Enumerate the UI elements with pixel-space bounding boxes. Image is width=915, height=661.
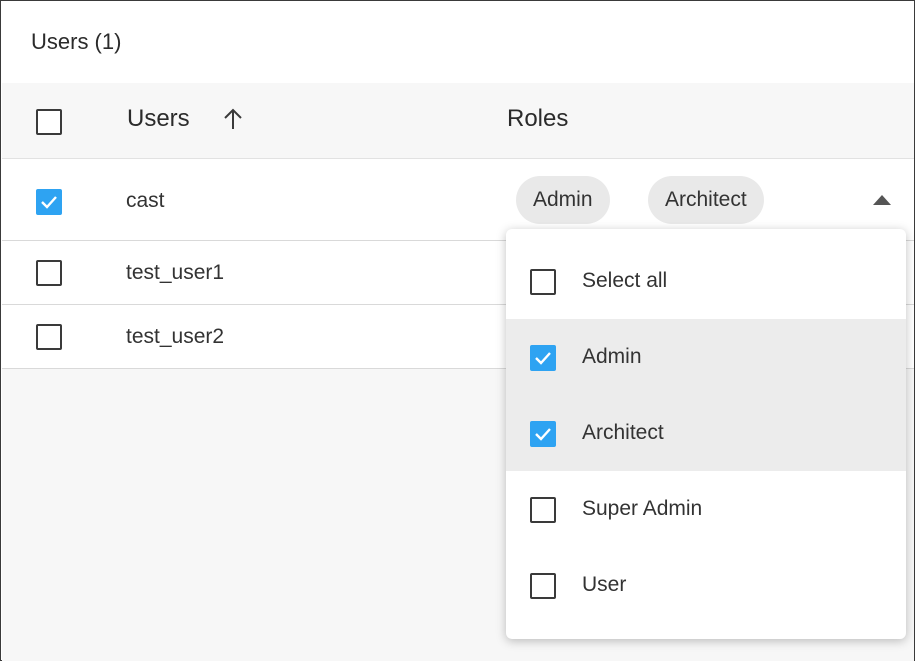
option-label: Select all — [582, 269, 668, 292]
roles-column-header: Roles — [507, 105, 569, 132]
role-chip-admin: Admin — [516, 176, 610, 224]
user-name: cast — [126, 189, 165, 212]
option-admin[interactable]: Admin — [506, 319, 906, 395]
option-label: Super Admin — [582, 497, 703, 520]
row-checkbox-test-user2[interactable] — [36, 324, 62, 350]
option-select-all[interactable]: Select all — [506, 243, 906, 319]
option-label: Admin — [582, 345, 642, 368]
row-checkbox-test-user1[interactable] — [36, 260, 62, 286]
row-checkbox-cast[interactable] — [36, 189, 62, 215]
users-panel: Users (1) Users Roles cast Admin Archite… — [0, 0, 915, 661]
option-checkbox[interactable] — [530, 573, 556, 599]
option-user[interactable]: User — [506, 547, 906, 623]
user-name: test_user2 — [126, 325, 225, 348]
option-architect[interactable]: Architect — [506, 395, 906, 471]
users-column-header[interactable]: Users — [127, 105, 190, 133]
panel-title: Users (1) — [31, 29, 122, 54]
caret-up-icon[interactable] — [873, 195, 891, 205]
role-chip-architect: Architect — [648, 176, 764, 224]
option-checkbox[interactable] — [530, 421, 556, 447]
option-checkbox[interactable] — [530, 269, 556, 295]
select-all-users-checkbox[interactable] — [36, 109, 62, 135]
arrow-up-icon[interactable] — [221, 107, 245, 131]
option-checkbox[interactable] — [530, 345, 556, 371]
option-label: User — [582, 573, 627, 596]
roles-dropdown-menu: Select all Admin Architect Super Admin U… — [506, 229, 906, 639]
option-label: Architect — [582, 421, 664, 444]
option-checkbox[interactable] — [530, 497, 556, 523]
user-name: test_user1 — [126, 261, 225, 284]
option-super-admin[interactable]: Super Admin — [506, 471, 906, 547]
